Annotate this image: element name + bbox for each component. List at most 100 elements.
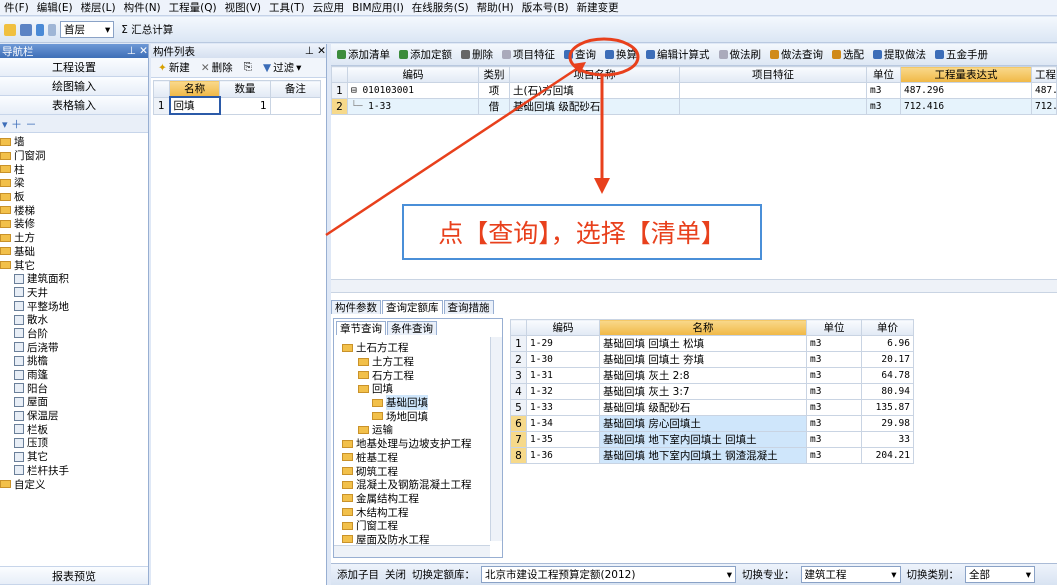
tree-item[interactable]: 台阶	[0, 327, 148, 341]
filter-button[interactable]: ▼ 过滤 ▾	[260, 59, 304, 76]
toolbar-button[interactable]: 做法刷	[716, 46, 765, 63]
table-row[interactable]: 1 ⊟ 010103001 项 土(石)方回填 m3 487.296 487.2…	[331, 82, 1057, 99]
table-row[interactable]: 1 回填 1	[153, 96, 322, 115]
menu-item[interactable]: BIM应用(I)	[348, 0, 408, 15]
unit-cell[interactable]: m3	[806, 367, 862, 384]
code-cell[interactable]: 1-30	[526, 351, 600, 368]
toolbar-button[interactable]: 五金手册	[932, 46, 991, 63]
report-preview-button[interactable]: 报表预览	[0, 566, 148, 585]
name-cell[interactable]: 基础回填 房心回填土	[599, 415, 807, 432]
tree-node[interactable]: 石方工程	[342, 368, 502, 382]
close-button[interactable]: 关闭	[385, 567, 406, 582]
tab[interactable]: 构件参数	[331, 300, 381, 314]
table-row[interactable]: 8 1-36 基础回填 地下室内回填土 钢渣混凝土 m3 204.21	[510, 447, 914, 464]
name-cell[interactable]: 基础回填 灰土 3:7	[599, 383, 807, 400]
unit-cell[interactable]: m3	[806, 335, 862, 352]
price-cell[interactable]: 33	[861, 431, 914, 448]
tree-folder[interactable]: 楼梯	[0, 203, 148, 217]
tree-node[interactable]: 门窗工程	[342, 519, 502, 533]
menu-item[interactable]: 新建变更	[573, 0, 623, 15]
close-icon[interactable]: ⊥ ✕	[305, 45, 326, 57]
tree-folder[interactable]: 梁	[0, 176, 148, 190]
undo-icon[interactable]	[36, 23, 44, 36]
code-cell[interactable]: 1-35	[526, 431, 600, 448]
tab[interactable]: 条件查询	[387, 321, 437, 335]
price-cell[interactable]: 135.87	[861, 399, 914, 416]
tree-item[interactable]: 栏杆扶手	[0, 464, 148, 478]
unit-cell[interactable]: m3	[806, 351, 862, 368]
tree-item[interactable]: 散水	[0, 313, 148, 327]
table-row[interactable]: 2 └─ 1-33 借 基础回填 级配砂石 m3 712.416 712.416	[331, 98, 1057, 115]
name-cell[interactable]: 基础回填 级配砂石	[599, 399, 807, 416]
component-qty-cell[interactable]: 1	[219, 96, 271, 115]
toolbar-button[interactable]: 查询	[561, 46, 599, 63]
tab[interactable]: 查询措施	[443, 300, 494, 314]
tree-node[interactable]: 金属结构工程	[342, 492, 502, 506]
new-button[interactable]: ✦ 新建	[155, 59, 193, 76]
menu-item[interactable]: 云应用	[309, 0, 349, 15]
unit-cell[interactable]: m3	[806, 415, 862, 432]
name-cell[interactable]: 基础回填 地下室内回填土 回填土	[599, 431, 807, 448]
menu-item[interactable]: 版本号(B)	[518, 0, 573, 15]
table-row[interactable]: 5 1-33 基础回填 级配砂石 m3 135.87	[510, 399, 914, 416]
major-select[interactable]: 建筑工程 ▾	[800, 566, 901, 583]
tree-item[interactable]: 屋面	[0, 395, 148, 409]
tree-node[interactable]: 混凝土及钢筋混凝土工程	[342, 478, 502, 492]
tree-node[interactable]: 场地回填	[342, 409, 502, 423]
tree-node[interactable]: 地基处理与边坡支护工程	[342, 437, 502, 451]
horizontal-scrollbar[interactable]	[331, 279, 1057, 293]
tree-folder[interactable]: 自定义	[0, 477, 148, 491]
tree-node[interactable]: 基础回填	[342, 395, 502, 411]
name-cell[interactable]: 基础回填 地下室内回填土 钢渣混凝土	[599, 447, 807, 464]
table-row[interactable]: 6 1-34 基础回填 房心回填土 m3 29.98	[510, 415, 914, 432]
add-child-button[interactable]: 添加子目	[337, 567, 379, 582]
code-cell[interactable]: 1-33	[526, 399, 600, 416]
table-row[interactable]: 1 1-29 基础回填 回填土 松填 m3 6.96	[510, 335, 914, 352]
table-row[interactable]: 3 1-31 基础回填 灰土 2:8 m3 64.78	[510, 367, 914, 384]
open-icon[interactable]	[4, 23, 16, 36]
tree-folder[interactable]: 板	[0, 190, 148, 204]
nav-btn-table-input[interactable]: 表格输入	[0, 96, 148, 115]
code-cell[interactable]: ⊟ 010103001	[347, 82, 479, 99]
feature-cell[interactable]	[679, 98, 867, 115]
vertical-scrollbar[interactable]	[490, 337, 502, 541]
copy-button[interactable]: ⎘	[241, 60, 255, 75]
menu-item[interactable]: 构件(N)	[120, 0, 165, 15]
expr-cell[interactable]: 712.416	[900, 98, 1032, 115]
tree-folder[interactable]: 装修	[0, 217, 148, 231]
unit-cell[interactable]: m3	[866, 98, 901, 115]
component-note-cell[interactable]	[269, 96, 322, 115]
horizontal-scrollbar[interactable]	[334, 545, 490, 557]
category-select[interactable]: 全部 ▾	[965, 566, 1035, 583]
type-cell[interactable]: 项	[478, 82, 510, 99]
tree-node[interactable]: 回填	[342, 382, 502, 396]
feature-cell[interactable]	[679, 82, 867, 99]
name-cell[interactable]: 基础回填 灰土 2:8	[599, 367, 807, 384]
tree-item[interactable]: 平整场地	[0, 299, 148, 313]
tree-item[interactable]: 保温层	[0, 409, 148, 423]
tree-folder[interactable]: 柱	[0, 162, 148, 176]
price-cell[interactable]: 20.17	[861, 351, 914, 368]
tree-folder[interactable]: 基础	[0, 245, 148, 259]
menu-item[interactable]: 编辑(E)	[33, 0, 77, 15]
price-cell[interactable]: 6.96	[861, 335, 914, 352]
menu-item[interactable]: 工程量(Q)	[165, 0, 221, 15]
tree-item[interactable]: 雨篷	[0, 368, 148, 382]
qty-cell[interactable]: 712.416	[1031, 98, 1057, 115]
code-cell[interactable]: 1-32	[526, 383, 600, 400]
table-row[interactable]: 2 1-30 基础回填 回填土 夯填 m3 20.17	[510, 351, 914, 368]
tree-item[interactable]: 天井	[0, 286, 148, 300]
tree-item[interactable]: 栏板	[0, 422, 148, 436]
tree-node[interactable]: 砌筑工程	[342, 464, 502, 478]
table-row[interactable]: 4 1-32 基础回填 灰土 3:7 m3 80.94	[510, 383, 914, 400]
collapse-icon[interactable]: ⊟	[351, 85, 362, 96]
toolbar-button[interactable]: 编辑计算式	[643, 46, 713, 63]
menu-item[interactable]: 视图(V)	[221, 0, 265, 15]
price-cell[interactable]: 64.78	[861, 367, 914, 384]
unit-cell[interactable]: m3	[806, 447, 862, 464]
tree-node[interactable]: 桩基工程	[342, 451, 502, 465]
pin-icon[interactable]: ⊥ ✕	[127, 45, 148, 57]
tree-node[interactable]: 土方工程	[342, 355, 502, 369]
unit-cell[interactable]: m3	[806, 383, 862, 400]
price-cell[interactable]: 29.98	[861, 415, 914, 432]
